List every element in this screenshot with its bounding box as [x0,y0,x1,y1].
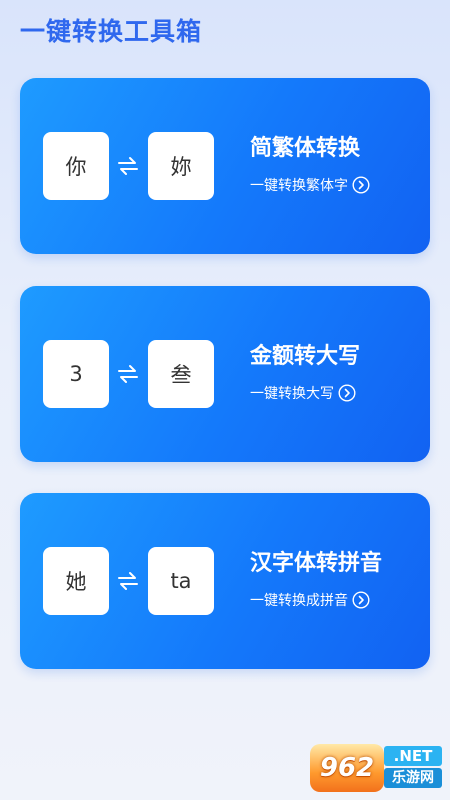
watermark-cn: 乐游网 [384,768,442,788]
card-subtitle-link[interactable]: 一键转换繁体字 [250,175,370,195]
source-char-tile: 她 [43,547,109,615]
card-title: 金额转大写 [250,344,361,369]
card-subtitle-link[interactable]: 一键转换成拼音 [250,590,370,610]
card-subtitle: 一键转换成拼音 [250,593,348,609]
card-amount-uppercase[interactable]: 3 叁 金额转大写 一键转换大写 [20,286,430,462]
swap-arrows-icon [118,572,138,590]
chevron-right-circle-icon [352,176,370,194]
watermark-net: .NET [384,746,442,766]
watermark-logo: 962 .NET 乐游网 [310,744,444,792]
source-char-tile: 3 [43,340,109,408]
watermark-badge: 962 [310,744,384,792]
target-char-tile: 妳 [148,132,214,200]
swap-arrows-icon [118,365,138,383]
card-subtitle-link[interactable]: 一键转换大写 [250,383,356,403]
target-char-tile: ta [148,547,214,615]
card-title: 汉字体转拼音 [250,551,383,576]
card-subtitle: 一键转换大写 [250,386,334,402]
card-subtitle: 一键转换繁体字 [250,178,348,194]
source-char-tile: 你 [43,132,109,200]
card-title: 简繁体转换 [250,136,361,161]
card-hanzi-pinyin[interactable]: 她 ta 汉字体转拼音 一键转换成拼音 [20,493,430,669]
swap-arrows-icon [118,157,138,175]
target-char-tile: 叁 [148,340,214,408]
card-simplified-traditional[interactable]: 你 妳 简繁体转换 一键转换繁体字 [20,78,430,254]
chevron-right-circle-icon [352,591,370,609]
page-title: 一键转换工具箱 [20,17,203,46]
chevron-right-circle-icon [338,384,356,402]
